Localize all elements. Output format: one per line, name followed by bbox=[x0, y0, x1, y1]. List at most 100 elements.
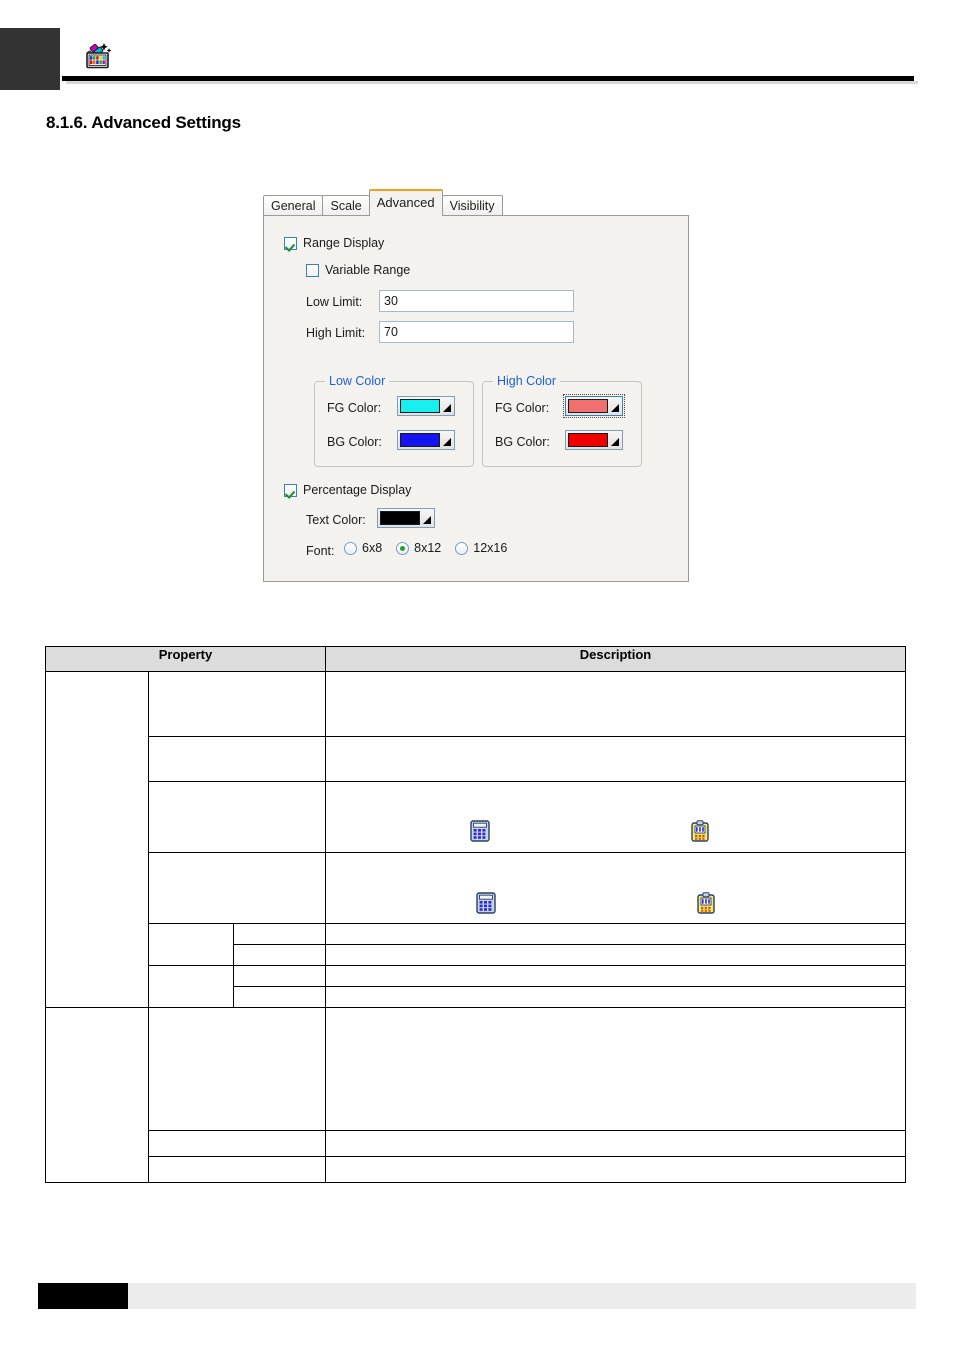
dropdown-arrow-icon bbox=[420, 511, 432, 525]
percentage-display-checkbox[interactable] bbox=[284, 483, 297, 497]
table-cell-description bbox=[325, 736, 906, 782]
table-cell-subproperty bbox=[233, 986, 326, 1008]
table-row bbox=[46, 923, 906, 966]
table-row bbox=[45, 1007, 906, 1183]
advanced-settings-dialog: General Scale Advanced Visibility Range … bbox=[263, 189, 691, 584]
low-bg-color-swatch bbox=[400, 433, 440, 447]
high-limit-input[interactable]: 70 bbox=[379, 321, 574, 343]
font-option-12x16[interactable]: 12x16 bbox=[455, 541, 507, 555]
percentage-display-label: Percentage Display bbox=[303, 483, 412, 497]
table-header-row: Property Description bbox=[45, 646, 906, 672]
table-cell-description bbox=[325, 781, 906, 853]
table-cell-property bbox=[148, 965, 234, 1008]
header-rule bbox=[62, 76, 914, 81]
dropdown-arrow-icon bbox=[440, 399, 452, 413]
table-cell-property bbox=[148, 923, 234, 966]
calculator-keypad-icon bbox=[470, 820, 490, 842]
range-display-checkbox-row[interactable]: Range Display bbox=[284, 236, 384, 250]
low-bg-color-button[interactable] bbox=[397, 430, 455, 450]
table-header-property: Property bbox=[45, 646, 326, 672]
property-description-table: Property Description bbox=[45, 646, 906, 1183]
text-color-button[interactable] bbox=[377, 508, 435, 528]
high-bg-color-swatch bbox=[568, 433, 608, 447]
table-cell-property bbox=[148, 1007, 326, 1131]
table-row bbox=[46, 736, 906, 782]
header-rule-shadow bbox=[66, 81, 918, 84]
font-option-6x8[interactable]: 6x8 bbox=[344, 541, 382, 555]
low-limit-label: Low Limit: bbox=[306, 295, 363, 309]
text-color-label: Text Color: bbox=[306, 513, 366, 527]
page-title: 8.1.6. Advanced Settings bbox=[46, 113, 241, 132]
advanced-tab-panel: Range Display Variable Range Low Limit: … bbox=[263, 215, 689, 582]
variable-range-checkbox[interactable] bbox=[306, 263, 319, 277]
calculator-keypad-icon bbox=[476, 892, 496, 914]
token-keypad-icon bbox=[696, 892, 716, 914]
range-display-checkbox[interactable] bbox=[284, 236, 297, 250]
tab-advanced[interactable]: Advanced bbox=[368, 189, 443, 216]
dropdown-arrow-icon bbox=[440, 433, 452, 447]
paint-palette-grid-icon bbox=[80, 38, 114, 72]
footer-black-bar bbox=[38, 1283, 128, 1309]
high-limit-label: High Limit: bbox=[306, 326, 366, 340]
text-color-swatch bbox=[380, 511, 420, 525]
page-corner-tab bbox=[0, 28, 60, 90]
high-fg-color-label: FG Color: bbox=[495, 401, 550, 415]
footer-gray-bar bbox=[128, 1283, 916, 1309]
tab-visibility[interactable]: Visibility bbox=[441, 195, 503, 216]
table-row bbox=[46, 1156, 906, 1183]
table-row bbox=[45, 671, 906, 1008]
table-cell-description bbox=[325, 986, 906, 1008]
font-radio-8x12-label: 8x12 bbox=[414, 541, 442, 555]
low-fg-color-label: FG Color: bbox=[327, 401, 382, 415]
table-cell-property bbox=[148, 736, 326, 782]
table-cell-subproperty bbox=[233, 965, 326, 987]
tab-strip: General Scale Advanced Visibility bbox=[263, 189, 503, 216]
low-color-group-title: Low Color bbox=[325, 374, 390, 388]
table-cell-description bbox=[325, 1156, 906, 1183]
dropdown-arrow-icon bbox=[608, 399, 620, 413]
high-color-group: High Color FG Color: BG Color: bbox=[482, 374, 642, 467]
table-cell-property bbox=[148, 781, 326, 853]
table-cell-property bbox=[148, 671, 326, 737]
high-color-group-title: High Color bbox=[493, 374, 561, 388]
table-row bbox=[46, 1130, 906, 1157]
font-radio-6x8[interactable] bbox=[344, 541, 357, 555]
table-cell-property bbox=[148, 1130, 326, 1157]
low-limit-input[interactable]: 30 bbox=[379, 290, 574, 312]
font-label: Font: bbox=[306, 544, 335, 558]
table-cell-description bbox=[325, 1007, 906, 1131]
table-cell-subproperty bbox=[233, 944, 326, 966]
low-fg-color-swatch bbox=[400, 399, 440, 413]
table-cell-description bbox=[325, 1130, 906, 1157]
low-color-group: Low Color FG Color: BG Color: bbox=[314, 374, 474, 467]
range-display-label: Range Display bbox=[303, 236, 385, 250]
table-cell-property bbox=[148, 1156, 326, 1183]
dropdown-arrow-icon bbox=[608, 433, 620, 447]
table-row bbox=[46, 965, 906, 1008]
table-cell-description bbox=[325, 965, 906, 987]
table-cell-subproperty bbox=[233, 923, 326, 945]
table-cell-property bbox=[148, 852, 326, 924]
font-option-8x12[interactable]: 8x12 bbox=[396, 541, 441, 555]
tab-scale[interactable]: Scale bbox=[322, 195, 370, 216]
tab-general[interactable]: General bbox=[263, 195, 324, 216]
table-cell-group-2 bbox=[45, 1007, 149, 1183]
font-radio-group: 6x8 8x12 12x16 bbox=[344, 541, 521, 555]
font-radio-8x12[interactable] bbox=[396, 541, 410, 555]
table-cell-group-1 bbox=[45, 671, 149, 1008]
high-bg-color-button[interactable] bbox=[565, 430, 623, 450]
variable-range-checkbox-row[interactable]: Variable Range bbox=[306, 263, 410, 277]
font-radio-12x16[interactable] bbox=[455, 541, 469, 555]
table-cell-description bbox=[325, 852, 906, 924]
low-bg-color-label: BG Color: bbox=[327, 435, 382, 449]
table-cell-description bbox=[325, 923, 906, 945]
font-radio-12x16-label: 12x16 bbox=[473, 541, 508, 555]
table-cell-description bbox=[325, 944, 906, 966]
table-header-description: Description bbox=[325, 646, 906, 672]
variable-range-label: Variable Range bbox=[325, 263, 411, 277]
token-keypad-icon bbox=[690, 820, 710, 842]
percentage-display-checkbox-row[interactable]: Percentage Display bbox=[284, 483, 411, 497]
high-fg-color-button[interactable] bbox=[563, 394, 625, 418]
low-fg-color-button[interactable] bbox=[397, 396, 455, 416]
font-radio-6x8-label: 6x8 bbox=[362, 541, 383, 555]
